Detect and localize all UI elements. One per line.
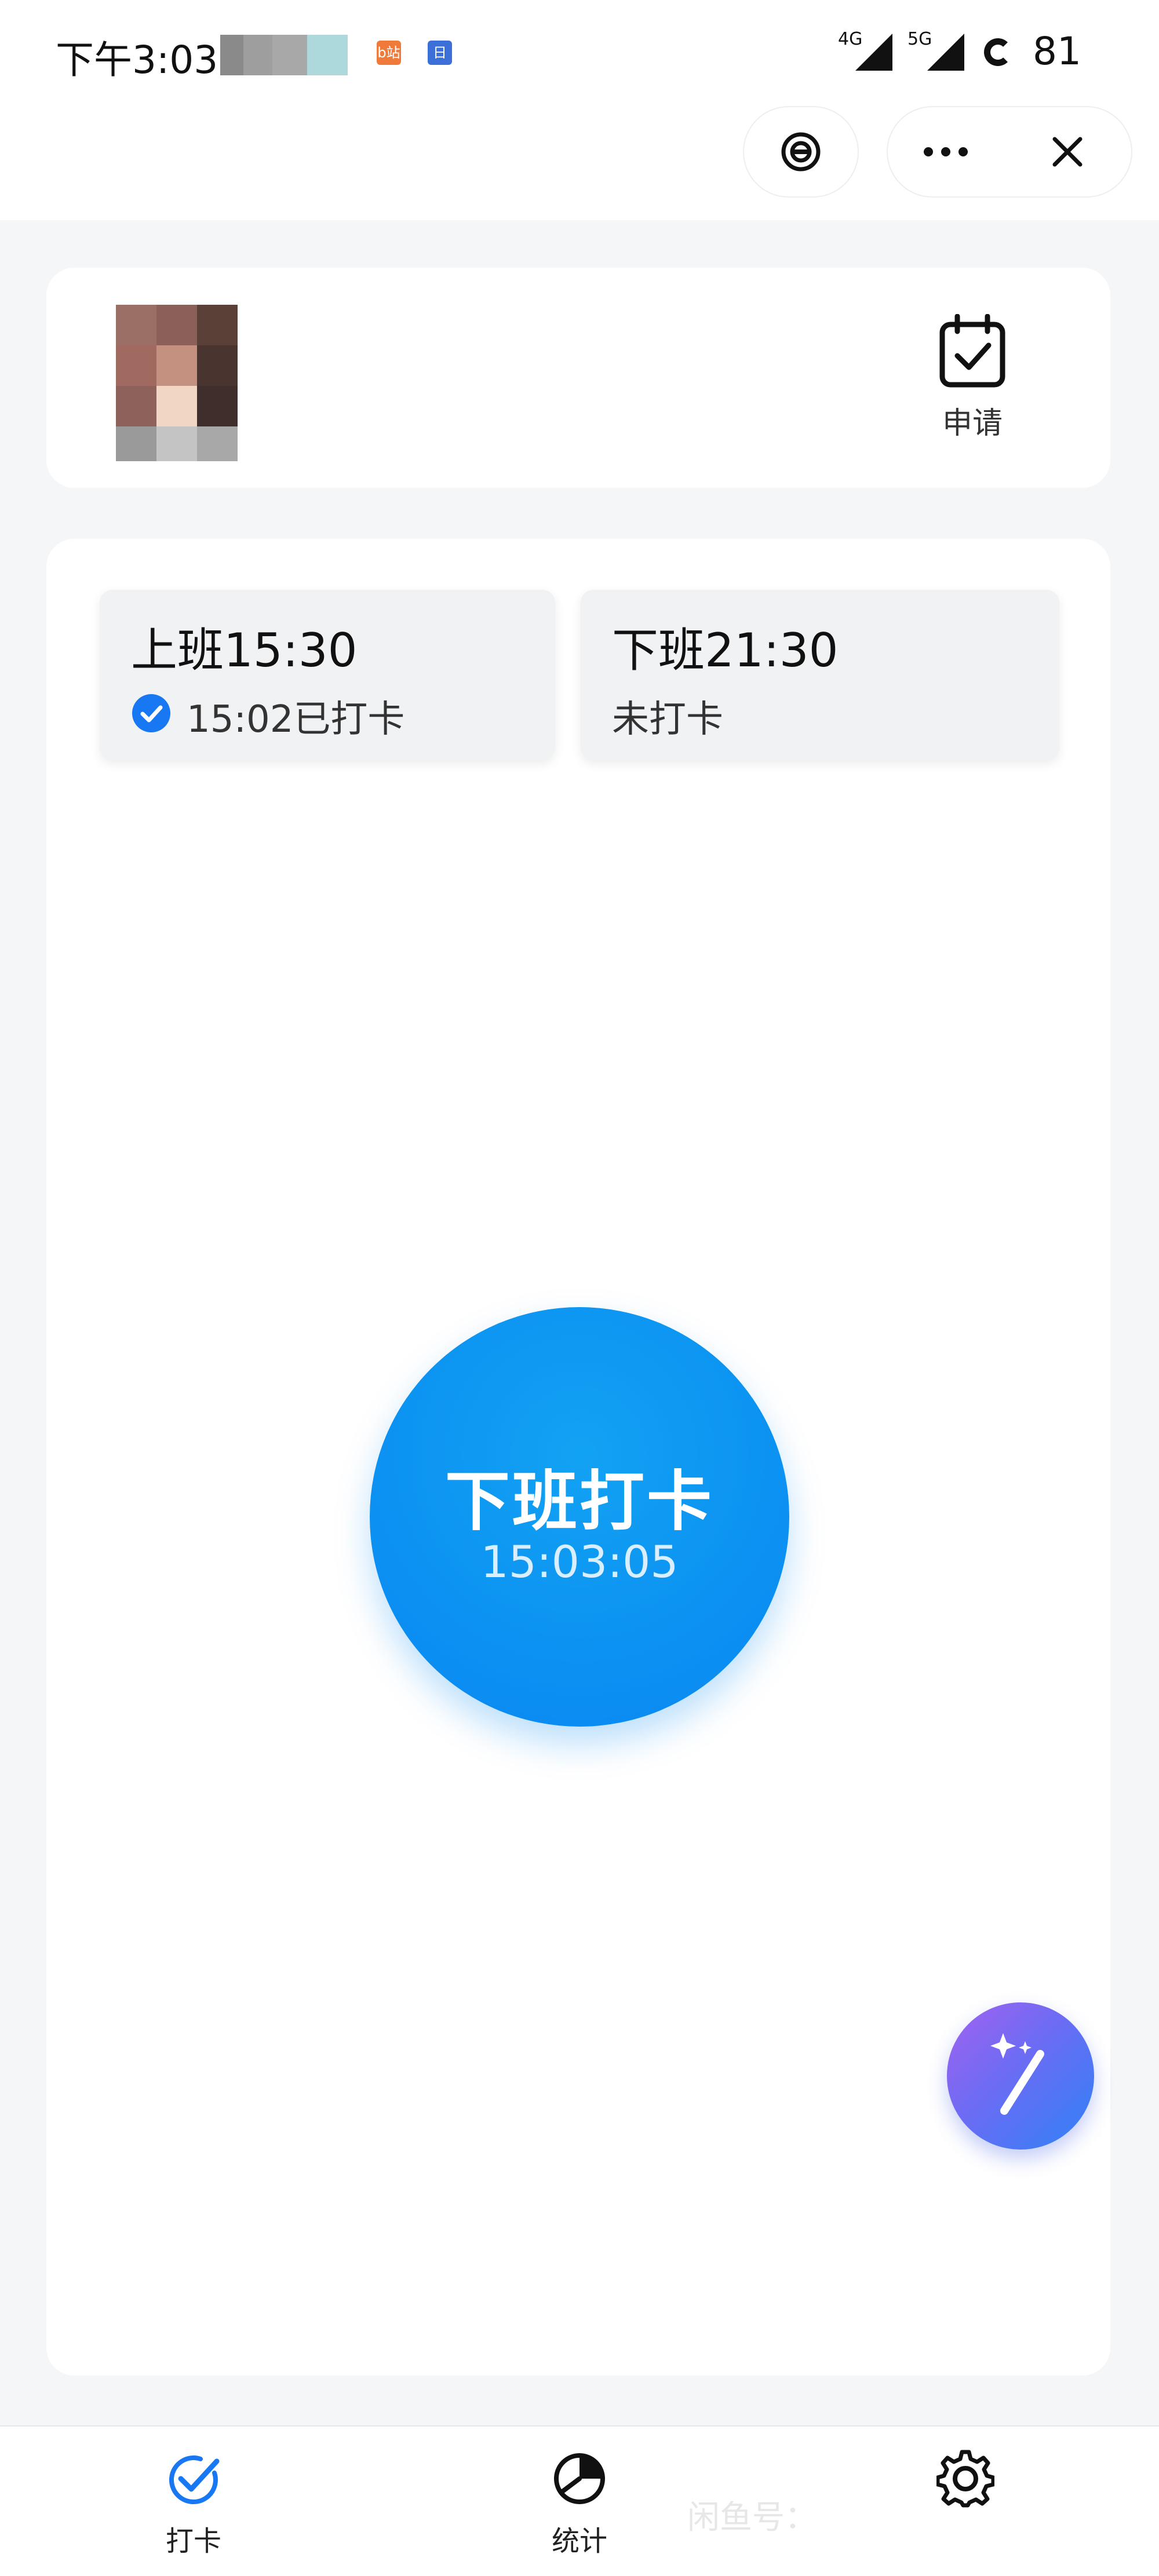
apply-button[interactable]: 申请: [914, 314, 1030, 447]
location-text: [87, 1803, 1043, 1890]
gear-icon: [936, 2450, 994, 2508]
status-bar: 下午3:03 b站 日 4G 5G 81: [0, 0, 1159, 101]
calendar-notif-icon: 日: [428, 41, 452, 65]
shift-end-status: 未打卡: [612, 698, 723, 741]
bottom-nav: 打卡 统计: [0, 2425, 1159, 2576]
signal-icon: [927, 34, 964, 71]
shift-tile-start[interactable]: 上班15:30 15:02已打卡: [100, 590, 555, 760]
user-department: [271, 382, 578, 418]
nav-item-punch[interactable]: 打卡: [107, 2427, 280, 2576]
apply-label: 申请: [942, 406, 1003, 441]
close-icon: [1052, 137, 1083, 167]
signal-icon: [855, 34, 892, 71]
ai-assistant-button[interactable]: [947, 2002, 1094, 2150]
nav-item-stats[interactable]: 统计: [493, 2427, 666, 2576]
close-button[interactable]: [1033, 119, 1102, 185]
watermark: 闲鱼号：: [687, 2499, 817, 2537]
shift-start-status: 15:02已打卡: [187, 698, 405, 741]
magic-wand-icon: [990, 2033, 1044, 2115]
battery-level: 81: [1033, 29, 1081, 74]
calendar-check-icon: [939, 314, 1005, 388]
shift-end-title: 下班21:30: [612, 623, 839, 677]
punch-time: 15:03:05: [480, 1536, 679, 1588]
nav-label-stats: 统计: [551, 2525, 607, 2557]
shift-tile-end[interactable]: 下班21:30 未打卡: [581, 590, 1059, 760]
check-circle-icon: [132, 694, 170, 732]
app-notif-icon: b站: [377, 41, 401, 65]
target-icon: [781, 132, 821, 172]
more-icon: [924, 147, 968, 156]
pie-chart-icon: [554, 2453, 605, 2504]
app-header: [0, 101, 1159, 220]
status-time: 下午3:03: [56, 38, 218, 82]
more-button[interactable]: [911, 119, 981, 185]
nav-label-punch: 打卡: [165, 2525, 221, 2557]
check-icon: [169, 2455, 220, 2505]
profile-card: 申请: [46, 268, 1110, 488]
user-name: [271, 307, 439, 382]
punch-button[interactable]: 下班打卡 15:03:05: [370, 1307, 789, 1727]
capsule-menu: [887, 106, 1132, 198]
target-button[interactable]: [743, 106, 859, 198]
page-title: [39, 122, 387, 197]
shift-start-title: 上班15:30: [131, 623, 358, 677]
battery-icon: [984, 38, 1012, 66]
punch-label: 下班打卡: [445, 1464, 714, 1539]
nav-item-settings[interactable]: [879, 2427, 1052, 2576]
avatar[interactable]: [116, 305, 238, 461]
